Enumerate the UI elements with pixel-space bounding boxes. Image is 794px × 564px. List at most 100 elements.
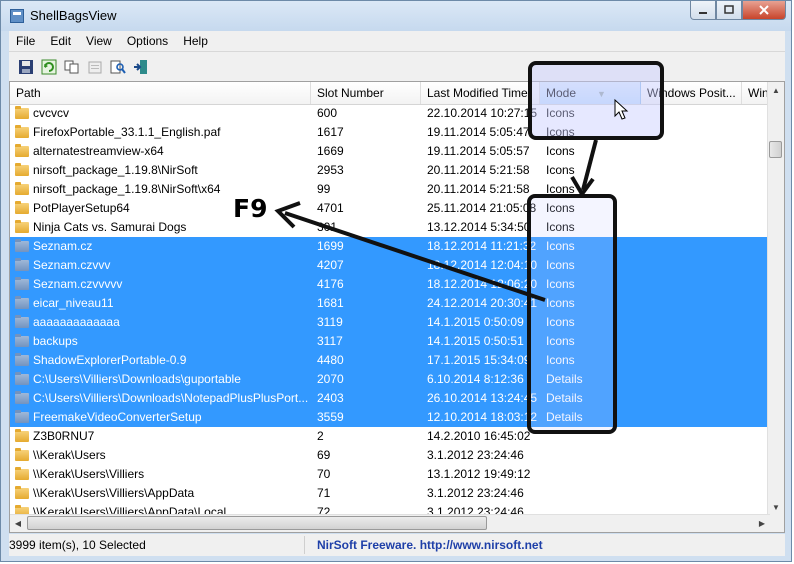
- menu-help[interactable]: Help: [176, 34, 216, 48]
- column-header-slot[interactable]: Slot Number: [311, 82, 421, 104]
- winpos-cell: [641, 484, 742, 503]
- column-header-winsize[interactable]: Wind: [742, 82, 770, 104]
- table-row[interactable]: \\Kerak\Users\Villiers\AppData 71 3.1.2012…: [10, 484, 770, 503]
- table-row[interactable]: PotPlayerSetup64 4701 25.11.2014 21:05:08 I…: [10, 199, 770, 218]
- modified-cell: 14.1.2015 0:50:09: [427, 315, 524, 329]
- slot-cell: 3117: [317, 334, 343, 348]
- folder-icon: [15, 429, 29, 442]
- nirsoft-link[interactable]: NirSoft Freeware. http://www.nirsoft.net: [305, 538, 543, 552]
- modified-cell: 3.1.2012 23:24:46: [427, 486, 524, 500]
- column-header-modified[interactable]: Last Modified Time: [421, 82, 540, 104]
- menu-options[interactable]: Options: [120, 34, 176, 48]
- horizontal-scroll-thumb[interactable]: [27, 516, 487, 530]
- folder-icon: [15, 448, 29, 461]
- modified-cell: 18.12.2014 12:04:10: [427, 258, 538, 272]
- menu-file[interactable]: File: [9, 34, 43, 48]
- table-row[interactable]: eicar_niveau11 1681 24.12.2014 20:30:41 Ico…: [10, 294, 770, 313]
- slot-cell: 4480: [317, 353, 344, 367]
- path-cell: Seznam.czvvvvv: [10, 275, 311, 294]
- modified-cell: 26.10.2014 13:24:45: [427, 391, 538, 405]
- winpos-cell: [641, 427, 742, 446]
- folder-icon: [15, 486, 29, 499]
- path-text: FreemakeVideoConverterSetup: [33, 410, 202, 424]
- title-bar[interactable]: ShellBagsView: [1, 1, 791, 31]
- properties-button[interactable]: [86, 58, 104, 76]
- app-icon: [10, 9, 24, 23]
- winpos-cell: [641, 465, 742, 484]
- annotation-box-mode-values: [527, 194, 617, 434]
- table-row[interactable]: C:\Users\Villiers\Downloads\guportable 20…: [10, 370, 770, 389]
- vertical-scroll-thumb[interactable]: [769, 141, 782, 158]
- column-header-path[interactable]: Path: [10, 82, 311, 104]
- refresh-button[interactable]: [40, 58, 58, 76]
- find-button[interactable]: [109, 58, 127, 76]
- folder-icon: [15, 258, 29, 271]
- modified-cell: 13.1.2012 19:49:12: [427, 467, 531, 481]
- winsize-cell: [742, 427, 770, 446]
- copy-button[interactable]: [63, 58, 81, 76]
- table-row[interactable]: FreemakeVideoConverterSetup 3559 12.10.201…: [10, 408, 770, 427]
- winsize-cell: [742, 389, 770, 408]
- slot-cell: 1617: [317, 125, 344, 139]
- list-rows: cvcvcv 600 22.10.2014 10:27:15 Icons Firefox…: [10, 104, 770, 522]
- winsize-cell: [742, 237, 770, 256]
- path-text: Z3B0RNU7: [33, 429, 95, 443]
- scroll-up-icon[interactable]: ▲: [768, 82, 784, 98]
- table-row[interactable]: C:\Users\Villiers\Downloads\NotepadPlusP…: [10, 389, 770, 408]
- table-row[interactable]: ShadowExplorerPortable-0.9 4480 17.1.2015 …: [10, 351, 770, 370]
- minimize-button[interactable]: [690, 1, 716, 20]
- table-row[interactable]: \\Kerak\Users\Villiers 70 13.1.2012 19:49:…: [10, 465, 770, 484]
- table-row[interactable]: \\Kerak\Users 69 3.1.2012 23:24:46: [10, 446, 770, 465]
- path-text: C:\Users\Villiers\Downloads\NotepadPlusP…: [33, 391, 309, 405]
- annotation-box-mode-header: [528, 61, 664, 140]
- table-row[interactable]: Seznam.czvvvvv 4176 18.12.2014 12:06:20 Ico…: [10, 275, 770, 294]
- path-cell: backups: [10, 332, 311, 351]
- path-cell: FreemakeVideoConverterSetup: [10, 408, 311, 427]
- slot-cell: 2: [317, 429, 324, 443]
- menu-edit[interactable]: Edit: [43, 34, 79, 48]
- winpos-cell: [641, 256, 742, 275]
- window-title: ShellBagsView: [30, 8, 117, 23]
- caption-buttons: [690, 1, 786, 21]
- table-row[interactable]: Ninja Cats vs. Samurai Dogs 301 13.12.2014…: [10, 218, 770, 237]
- table-row[interactable]: Seznam.czvvv 4207 18.12.2014 12:04:10 Icons: [10, 256, 770, 275]
- toolbar: [9, 51, 785, 81]
- find-icon: [110, 60, 126, 74]
- slot-cell: 4207: [317, 258, 344, 272]
- shellbags-list[interactable]: Path Slot Number Last Modified Time Mode…: [9, 81, 785, 533]
- path-text: Seznam.czvvv: [33, 258, 111, 272]
- winsize-cell: [742, 123, 770, 142]
- modified-cell: 12.10.2014 18:03:12: [427, 410, 538, 424]
- close-button[interactable]: [742, 1, 786, 20]
- table-row[interactable]: nirsoft_package_1.19.8\NirSoft 2953 20.11.…: [10, 161, 770, 180]
- properties-icon: [88, 61, 102, 73]
- folder-icon: [15, 353, 29, 366]
- maximize-button[interactable]: [716, 1, 742, 20]
- slot-cell: 4176: [317, 277, 344, 291]
- scroll-left-icon[interactable]: ◀: [10, 515, 26, 531]
- menu-view[interactable]: View: [79, 34, 120, 48]
- modified-cell: 14.2.2010 16:45:02: [427, 429, 531, 443]
- table-row[interactable]: Seznam.cz 1699 18.12.2014 11:21:32 Icons: [10, 237, 770, 256]
- vertical-scrollbar[interactable]: ▲ ▼: [767, 82, 784, 515]
- horizontal-scrollbar[interactable]: ◀ ▶: [10, 514, 770, 532]
- path-cell: \\Kerak\Users\Villiers: [10, 465, 311, 484]
- exit-button[interactable]: [132, 58, 150, 76]
- table-row[interactable]: alternatestreamview-x64 1669 19.11.2014 5:…: [10, 142, 770, 161]
- path-text: alternatestreamview-x64: [33, 144, 164, 158]
- scroll-down-icon[interactable]: ▼: [768, 499, 784, 515]
- slot-cell: 301: [317, 220, 338, 234]
- table-row[interactable]: backups 3117 14.1.2015 0:50:51 Icons: [10, 332, 770, 351]
- slot-cell: 3119: [317, 315, 343, 329]
- mode-cell: [540, 446, 641, 465]
- table-row[interactable]: Z3B0RNU7 2 14.2.2010 16:45:02: [10, 427, 770, 446]
- winsize-cell: [742, 142, 770, 161]
- table-row[interactable]: aaaaaaaaaaaaa 3119 14.1.2015 0:50:09 Icons: [10, 313, 770, 332]
- slot-cell: 2403: [317, 391, 344, 405]
- winpos-cell: [641, 180, 742, 199]
- slot-cell: 1699: [317, 239, 344, 253]
- save-button[interactable]: [17, 58, 35, 76]
- modified-cell: 6.10.2014 8:12:36: [427, 372, 524, 386]
- table-row[interactable]: nirsoft_package_1.19.8\NirSoft\x64 99 20.1…: [10, 180, 770, 199]
- path-cell: Seznam.czvvv: [10, 256, 311, 275]
